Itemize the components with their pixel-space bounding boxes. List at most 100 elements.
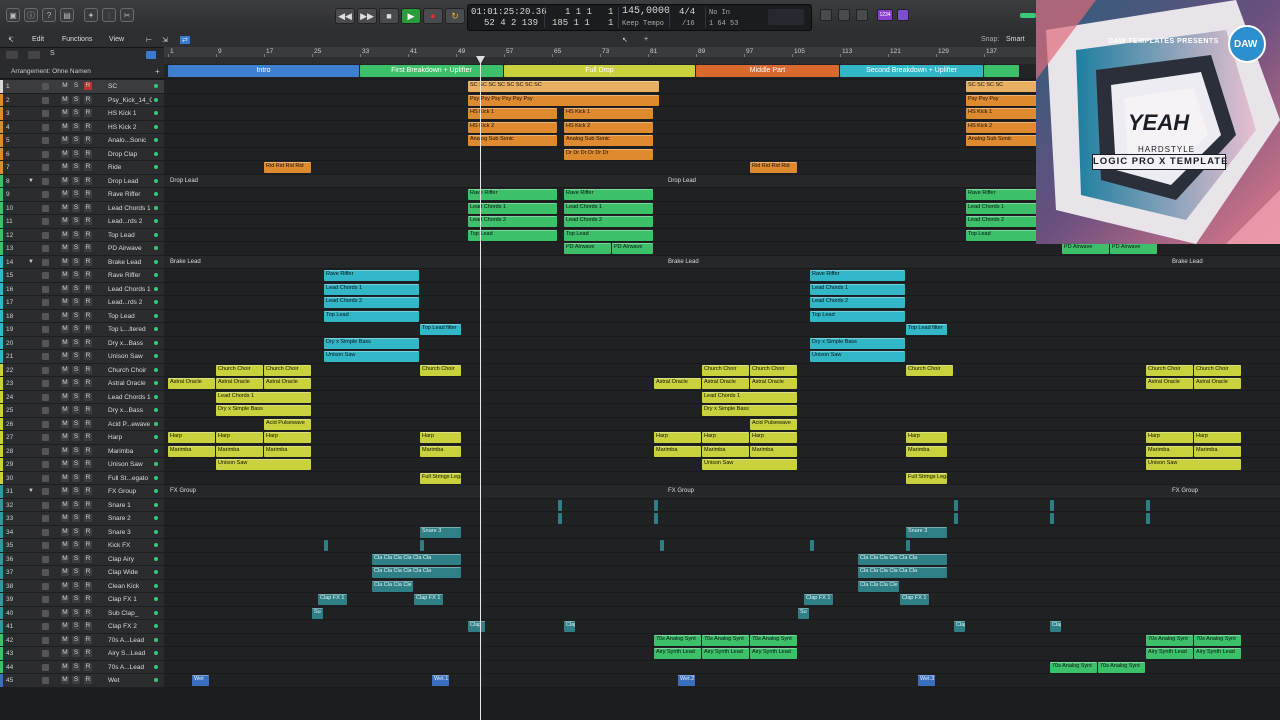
- region[interactable]: Airy Synth Lead: [1194, 648, 1241, 659]
- track-name[interactable]: Church Choir: [108, 367, 152, 374]
- track-name[interactable]: Top Lead: [108, 232, 152, 239]
- solo-button[interactable]: S: [72, 433, 80, 441]
- region[interactable]: [954, 513, 958, 524]
- track-header[interactable]: 27 M S R Harp: [0, 431, 164, 445]
- track-name[interactable]: Drop Clap: [108, 151, 152, 158]
- region[interactable]: Wet.2: [678, 675, 695, 686]
- region[interactable]: Snare 3: [420, 526, 461, 538]
- track-name[interactable]: Lead Chords 1: [108, 205, 152, 212]
- track-name[interactable]: Analo...Sonic: [108, 137, 152, 144]
- region[interactable]: [954, 499, 958, 511]
- mute-button[interactable]: M: [61, 311, 69, 320]
- region[interactable]: Top Lead: [324, 310, 419, 322]
- track-name[interactable]: Rave Riffer: [108, 191, 152, 198]
- region[interactable]: Astral Oracle: [264, 378, 311, 389]
- solo-button[interactable]: S: [72, 311, 80, 320]
- track-header[interactable]: 22 M S R Church Choir: [0, 363, 164, 377]
- mute-button[interactable]: M: [61, 622, 69, 630]
- record-enable-button[interactable]: R: [84, 230, 92, 239]
- record-enable-button[interactable]: R: [84, 662, 92, 671]
- solo-button[interactable]: S: [72, 271, 80, 279]
- record-enable-button[interactable]: R: [84, 82, 92, 90]
- region[interactable]: Psy Psy Psy: [966, 94, 1037, 106]
- region[interactable]: Analog Sub Sonic: [468, 135, 557, 146]
- region[interactable]: Harp: [264, 432, 311, 443]
- region[interactable]: Unison Saw: [1146, 459, 1241, 470]
- region[interactable]: Snare 3: [906, 526, 947, 538]
- count-in-button[interactable]: 1234: [877, 9, 893, 21]
- region[interactable]: HS Kick 1: [966, 108, 1037, 119]
- record-enable-button[interactable]: R: [84, 541, 92, 549]
- edit-menu[interactable]: Edit: [32, 36, 44, 43]
- help-icon[interactable]: ?: [42, 8, 56, 22]
- track-name[interactable]: Drop Lead: [108, 178, 152, 185]
- track-lane[interactable]: Airy Synth Lead Airy Synth Lead Airy Synth…: [164, 647, 1280, 661]
- record-enable-button[interactable]: R: [84, 568, 92, 576]
- region[interactable]: Su: [312, 607, 323, 619]
- region[interactable]: [654, 513, 658, 524]
- cycle-area[interactable]: [164, 57, 1036, 64]
- track-lane[interactable]: Rave Riffer Rave Riffer: [164, 269, 1280, 283]
- region[interactable]: Wet.1: [432, 675, 449, 686]
- track-header[interactable]: 18 M S R Top Lead: [0, 309, 164, 323]
- region[interactable]: Lead Chords 1: [810, 283, 905, 295]
- region[interactable]: Harp: [906, 432, 947, 443]
- arrangement-marker[interactable]: Full Drop: [504, 65, 695, 77]
- region[interactable]: Analog Sub Sonic: [564, 135, 653, 146]
- region[interactable]: Lead Chords 2: [468, 216, 557, 227]
- track-name[interactable]: Sub Clap_: [108, 610, 152, 617]
- track-name[interactable]: Clean Kick: [108, 583, 152, 590]
- track-name[interactable]: Snare 1: [108, 502, 152, 509]
- track-name[interactable]: Lead Chords 1: [108, 394, 152, 401]
- record-enable-button[interactable]: R: [84, 217, 92, 225]
- solo-button[interactable]: S: [72, 446, 80, 455]
- auto-zoom-icon[interactable]: ⇄: [180, 36, 190, 44]
- mute-button[interactable]: M: [61, 325, 69, 333]
- arrangement-marker[interactable]: Intro: [168, 65, 359, 77]
- region[interactable]: Airy Synth Lead: [702, 648, 749, 659]
- zoom-icon[interactable]: ↸: [8, 36, 14, 44]
- region[interactable]: Church Choir: [750, 364, 797, 376]
- track-name[interactable]: Clap Airy: [108, 556, 152, 563]
- region[interactable]: [558, 513, 562, 524]
- solo-button[interactable]: S: [72, 581, 80, 590]
- region[interactable]: Astral Oracle: [1146, 378, 1193, 389]
- track-name[interactable]: Wet: [108, 677, 152, 684]
- track-header[interactable]: 12 M S R Top Lead: [0, 228, 164, 242]
- mute-button[interactable]: M: [61, 379, 69, 387]
- track-header[interactable]: 38 M S R Clean Kick: [0, 579, 164, 593]
- region[interactable]: Astral Oracle: [1194, 378, 1241, 389]
- mute-button[interactable]: M: [61, 635, 69, 644]
- track-header[interactable]: 3 M S R HS Kick 1: [0, 107, 164, 121]
- mute-button[interactable]: M: [61, 217, 69, 225]
- mute-button[interactable]: M: [61, 514, 69, 522]
- mute-button[interactable]: M: [61, 95, 69, 104]
- track-header[interactable]: 31 ▼ M S R FX Group: [0, 485, 164, 499]
- solo-button[interactable]: S: [72, 338, 80, 347]
- track-name[interactable]: Ride: [108, 164, 152, 171]
- solo-button[interactable]: S: [72, 352, 80, 360]
- record-enable-button[interactable]: R: [84, 527, 92, 536]
- region[interactable]: 70s Analog Synt: [1050, 661, 1097, 673]
- region[interactable]: 70s Analog Synt: [654, 634, 701, 646]
- region[interactable]: [660, 540, 664, 551]
- region[interactable]: Lead Chords 1: [216, 391, 311, 403]
- region[interactable]: Church Choir: [216, 364, 263, 376]
- record-enable-button[interactable]: R: [84, 635, 92, 644]
- solo-button[interactable]: S: [72, 217, 80, 225]
- track-name[interactable]: Harp: [108, 434, 152, 441]
- solo-button[interactable]: S: [72, 190, 80, 198]
- region[interactable]: Lead Chords 1: [966, 202, 1037, 214]
- track-lane[interactable]: Su Su: [164, 606, 1280, 620]
- region[interactable]: Dry x Simple Bass: [324, 337, 419, 349]
- arrangement-marker[interactable]: [984, 65, 1019, 77]
- track-lane[interactable]: Clap FX 1 Clap FX 1 Clap FX 1 Clap FX 1: [164, 593, 1280, 607]
- region[interactable]: Cla Cla Cla Cle: [858, 580, 899, 592]
- catch-icon[interactable]: ⊢: [146, 36, 152, 44]
- secondary-tool-icon[interactable]: +: [644, 36, 648, 43]
- solo-button[interactable]: S: [72, 608, 80, 617]
- region[interactable]: Unison Saw: [324, 351, 419, 362]
- track-header[interactable]: 42 M S R 70s A...Lead: [0, 633, 164, 647]
- region[interactable]: Rid Rid Rid Rid: [264, 162, 311, 173]
- track-lane[interactable]: Lead Chords 1 Lead Chords 1: [164, 282, 1280, 296]
